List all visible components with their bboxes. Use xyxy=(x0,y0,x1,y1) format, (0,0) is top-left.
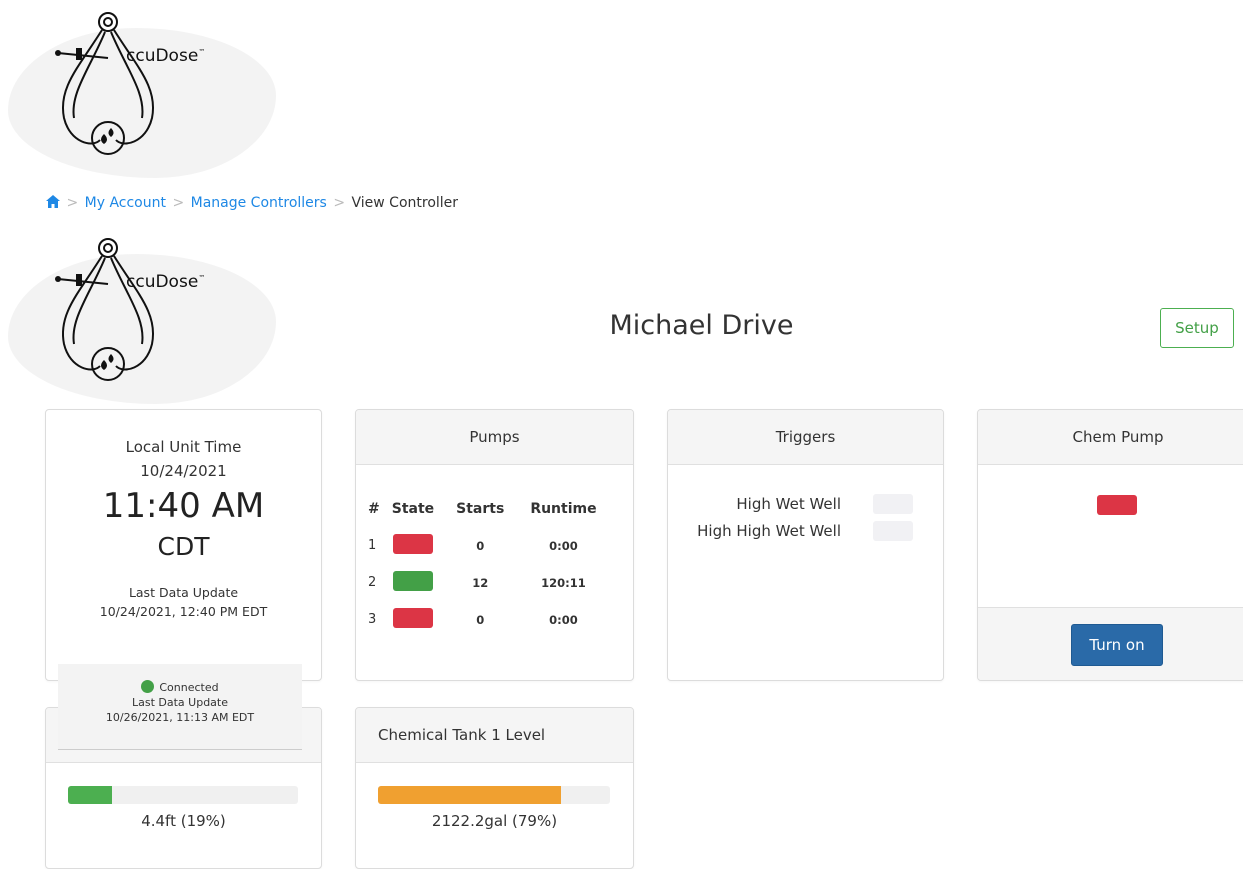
table-row: 2 12 120:11 xyxy=(362,564,603,601)
connection-status-panel: Connected Last Data Update 10/26/2021, 1… xyxy=(58,664,302,750)
chem-pump-title: Chem Pump xyxy=(978,410,1243,465)
wet-well-level-fill xyxy=(68,786,112,804)
accudose-logo: ccuDose™ xyxy=(8,8,276,208)
wet-well-level-bar xyxy=(68,786,298,804)
chemical-tank-level-bar xyxy=(378,786,610,804)
local-date: 10/24/2021 xyxy=(140,462,227,480)
pump-starts: 0 xyxy=(476,538,485,553)
pumps-card: Pumps # State Starts Runtime 1 0 0:00 2 … xyxy=(355,409,634,681)
chem-pump-card: Chem Pump Turn on xyxy=(977,409,1243,681)
trigger-label: High Wet Well xyxy=(736,495,841,513)
pump-runtime: 120:11 xyxy=(541,575,586,590)
breadcrumb-manage-controllers[interactable]: Manage Controllers xyxy=(191,195,327,211)
brand-name: ccuDose™ xyxy=(126,272,206,292)
pump-state-indicator xyxy=(392,534,433,554)
breadcrumb-current: View Controller xyxy=(351,195,459,211)
wet-well-level-value: 4.4ft (19%) xyxy=(141,812,226,830)
trigger-label: High High Wet Well xyxy=(697,522,841,540)
breadcrumb-separator: > xyxy=(333,195,346,211)
chem-pump-state-indicator xyxy=(1097,495,1137,515)
pump-starts: 0 xyxy=(476,612,485,627)
trigger-row: High Wet Well xyxy=(736,494,913,514)
local-time-card: Local Unit Time 10/24/2021 11:40 AM CDT … xyxy=(45,409,322,681)
pump-number: 1 xyxy=(368,538,377,553)
table-row: 3 0 0:00 xyxy=(362,601,603,638)
pump-state-indicator xyxy=(392,608,433,628)
local-timezone: CDT xyxy=(157,532,210,561)
accudose-emblem-icon xyxy=(55,12,155,155)
connection-status: Connected xyxy=(159,681,219,694)
connected-status-icon xyxy=(141,680,155,693)
connection-last-update-value: 10/26/2021, 11:13 AM EDT xyxy=(105,711,255,724)
last-data-update-value: 10/24/2021, 12:40 PM EDT xyxy=(99,604,268,619)
pump-number: 2 xyxy=(368,575,377,590)
pump-state-indicator xyxy=(392,571,433,591)
chemical-tank-level-value: 2122.2gal (79%) xyxy=(431,812,558,830)
triggers-title: Triggers xyxy=(668,410,943,465)
chemical-tank-card: Chemical Tank 1 Level 2122.2gal (79%) xyxy=(355,707,634,869)
trigger-indicator xyxy=(873,494,913,514)
pumps-table: # State Starts Runtime 1 0 0:00 2 12 120… xyxy=(362,495,603,638)
chem-pump-footer: Turn on xyxy=(978,607,1243,680)
breadcrumb: > My Account > Manage Controllers > View… xyxy=(46,195,458,211)
divider xyxy=(58,749,302,750)
column-header: Starts xyxy=(456,501,505,517)
column-header: State xyxy=(391,501,435,517)
triggers-card: Triggers High Wet Well High High Wet Wel… xyxy=(667,409,944,681)
pump-starts: 12 xyxy=(472,575,489,590)
brand-name: ccuDose™ xyxy=(126,46,206,66)
column-header: # xyxy=(368,501,380,517)
pumps-title: Pumps xyxy=(356,410,633,465)
breadcrumb-my-account[interactable]: My Account xyxy=(85,195,166,211)
pump-runtime: 0:00 xyxy=(549,538,578,553)
breadcrumb-separator: > xyxy=(172,195,185,211)
local-time: 11:40 AM xyxy=(102,486,265,526)
breadcrumb-separator: > xyxy=(66,195,79,211)
setup-button[interactable]: Setup xyxy=(1160,308,1234,348)
trigger-row: High High Wet Well xyxy=(697,521,913,541)
home-icon[interactable] xyxy=(46,195,60,208)
column-header: Runtime xyxy=(530,501,597,517)
page-title: Michael Drive xyxy=(609,310,794,341)
chemical-tank-title: Chemical Tank 1 Level xyxy=(356,708,633,763)
trigger-indicator xyxy=(873,521,913,541)
pump-runtime: 0:00 xyxy=(549,612,578,627)
table-row: 1 0 0:00 xyxy=(362,527,603,564)
chemical-tank-level-fill xyxy=(378,786,562,804)
connection-last-update-label: Last Data Update xyxy=(131,696,228,709)
local-time-label: Local Unit Time xyxy=(125,438,242,456)
turn-on-button[interactable]: Turn on xyxy=(1071,624,1163,666)
last-data-update-label: Last Data Update xyxy=(128,585,239,600)
pump-number: 3 xyxy=(368,612,377,627)
